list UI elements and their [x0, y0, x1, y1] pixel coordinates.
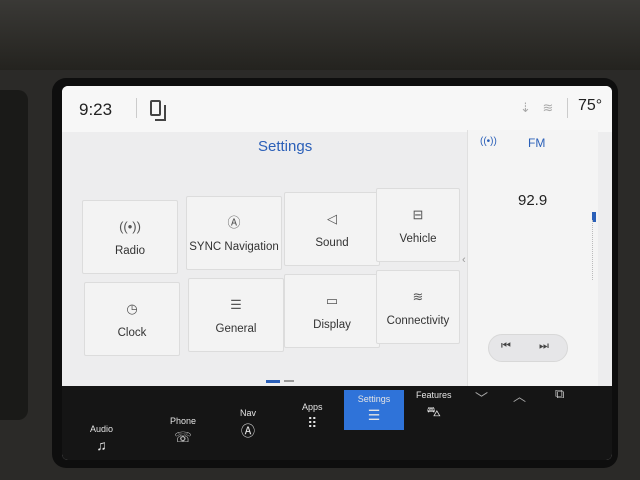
chevron-left-icon[interactable]: ‹: [462, 254, 466, 266]
nav-phone[interactable]: Phone ☏: [170, 416, 196, 446]
left-bezel: [0, 90, 28, 420]
radio-frequency: 92.9: [518, 192, 548, 209]
nav-label: Features: [416, 390, 452, 400]
chevron-up-icon[interactable]: ︿: [513, 386, 526, 405]
seek-controls: ⏮ ⏭: [488, 334, 568, 362]
page-dot: [284, 380, 294, 382]
page-title: Settings: [258, 138, 313, 155]
tile-label: Display: [313, 318, 351, 331]
nav-audio[interactable]: Audio ♫: [90, 424, 113, 453]
nav-label: Settings: [357, 394, 391, 404]
chevron-down-icon[interactable]: ﹀: [475, 388, 488, 407]
status-bar: 9:23 ⇣ ≋ 75°: [62, 86, 612, 132]
sound-icon: ◁: [327, 210, 337, 226]
nav-label: Phone: [170, 416, 197, 426]
status-divider: [136, 98, 137, 118]
tile-label: Clock: [117, 326, 147, 339]
tile-label: Connectivity: [386, 314, 450, 327]
radio-side-panel[interactable]: ‹ ((•)) FM 92.9 ⏮ ⏭: [462, 130, 598, 420]
wifi-icon: ≋: [412, 288, 424, 304]
page-dot-active: [266, 380, 280, 383]
tile-label: SYNC Navigation: [189, 240, 279, 253]
tile-label: Radio: [114, 244, 146, 257]
settings-tile-sound[interactable]: ◁ Sound: [284, 192, 380, 266]
radio-icon: ((•)): [480, 136, 497, 147]
clock-time: 9:23: [79, 100, 113, 119]
phone-mirror-icon[interactable]: [150, 100, 166, 121]
nav-label: Nav: [240, 408, 257, 418]
tile-label: Vehicle: [399, 232, 437, 245]
sliders-icon: ☰: [230, 296, 242, 312]
infotainment-screen: 9:23 ⇣ ≋ 75° Settings ((•)) Radio Ⓐ SYNC…: [62, 86, 612, 460]
settings-tile-vehicle[interactable]: ⊟ Vehicle: [376, 188, 460, 262]
status-divider-right: [567, 98, 568, 118]
nav-navigation[interactable]: Nav Ⓐ: [240, 408, 256, 441]
display-icon: ▭: [325, 292, 339, 308]
navigation-icon: Ⓐ: [227, 214, 241, 230]
settings-tile-sync-navigation[interactable]: Ⓐ SYNC Navigation: [186, 196, 282, 270]
nav-apps[interactable]: Apps ⠿: [302, 402, 323, 432]
apps-grid-icon: ⠿: [307, 415, 318, 431]
navigation-icon: Ⓐ: [241, 423, 255, 439]
vehicle-icon: ⊟: [412, 206, 424, 222]
seek-forward-icon[interactable]: ⏭: [539, 340, 549, 353]
settings-tile-radio[interactable]: ((•)) Radio: [82, 200, 178, 274]
tile-label: Sound: [315, 236, 349, 249]
bottom-nav-bar: Audio ♫ Phone ☏ Nav Ⓐ Apps ⠿ Settings ☰ …: [62, 386, 612, 460]
nav-features[interactable]: Features ⛍: [416, 390, 452, 422]
nav-settings[interactable]: Settings ☰: [344, 390, 404, 430]
clock-icon: ◷: [126, 300, 138, 316]
settings-tile-display[interactable]: ▭ Display: [284, 274, 380, 348]
nav-label: Apps: [302, 402, 323, 412]
dashboard-trim: [0, 0, 640, 70]
settings-tile-connectivity[interactable]: ≋ Connectivity: [376, 270, 460, 344]
car-icon: ⛍: [426, 403, 441, 419]
connection-status-icons: ⇣ ≋: [520, 100, 558, 115]
scrollbar-track[interactable]: [592, 220, 597, 280]
sliders-icon: ☰: [367, 407, 381, 423]
outside-temperature: 75°: [578, 97, 603, 114]
recent-apps-icon[interactable]: ⧉: [555, 386, 564, 402]
phone-icon: ☏: [174, 429, 192, 445]
settings-tile-general[interactable]: ☰ General: [188, 278, 284, 352]
settings-tile-clock[interactable]: ◷ Clock: [84, 282, 180, 356]
radio-band: FM: [528, 136, 546, 150]
radio-icon: ((•)): [119, 218, 141, 234]
music-note-icon: ♫: [96, 437, 107, 453]
nav-label: Audio: [90, 424, 114, 434]
seek-back-icon[interactable]: ⏮: [501, 340, 511, 353]
tile-label: General: [215, 322, 257, 335]
